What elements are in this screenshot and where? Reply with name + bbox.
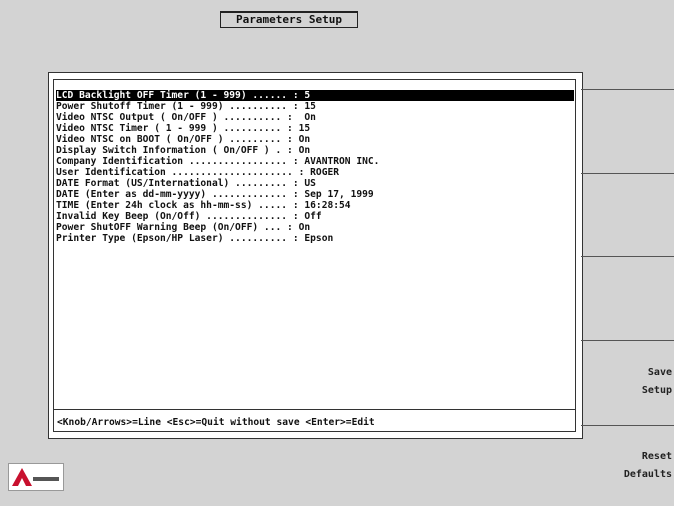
- param-row-printer-type[interactable]: Printer Type (Epson/HP Laser) ..........…: [56, 233, 333, 244]
- param-row-time[interactable]: TIME (Enter 24h clock as hh-mm-ss) .....…: [56, 200, 351, 211]
- key-hint: <Knob/Arrows>=Line <Esc>=Quit without sa…: [57, 417, 375, 428]
- save-setup-line2: Setup: [641, 385, 672, 396]
- param-row-date[interactable]: DATE (Enter as dd-mm-yyyy) .............…: [56, 189, 374, 200]
- param-row-company[interactable]: Company Identification .................…: [56, 156, 379, 167]
- save-setup-softkey[interactable]: Save Setup: [592, 364, 672, 400]
- reset-defaults-line2: Defaults: [623, 469, 672, 480]
- softkey-divider-2: [581, 173, 674, 174]
- param-row-date-format[interactable]: DATE Format (US/International) .........…: [56, 178, 316, 189]
- param-row-user[interactable]: User Identification ....................…: [56, 167, 339, 178]
- avantron-logo-icon: [8, 463, 64, 491]
- hint-divider: [53, 409, 576, 410]
- param-row-invalid-key-beep[interactable]: Invalid Key Beep (On/Off) ..............…: [56, 211, 322, 222]
- reset-defaults-line1: Reset: [641, 451, 672, 462]
- softkey-divider-5: [581, 425, 674, 426]
- param-row-shutoff-warning[interactable]: Power ShutOFF Warning Beep (On/OFF) ... …: [56, 222, 310, 233]
- param-row-lcd-backlight[interactable]: LCD Backlight OFF Timer (1 - 999) ......…: [56, 90, 574, 101]
- param-row-ntsc-output[interactable]: Video NTSC Output ( On/OFF ) .......... …: [56, 112, 316, 123]
- page-title: Parameters Setup: [220, 11, 358, 28]
- softkey-divider-3: [581, 256, 674, 257]
- param-row-ntsc-timer[interactable]: Video NTSC Timer ( 1 - 999 ) .......... …: [56, 123, 310, 134]
- parameters-panel: LCD Backlight OFF Timer (1 - 999) ......…: [48, 72, 583, 439]
- reset-defaults-softkey[interactable]: Reset Defaults: [592, 448, 672, 484]
- param-row-power-shutoff[interactable]: Power Shutoff Timer (1 - 999) ..........…: [56, 101, 316, 112]
- save-setup-line1: Save: [647, 367, 672, 378]
- param-row-ntsc-boot[interactable]: Video NTSC on BOOT ( On/OFF ) ......... …: [56, 134, 310, 145]
- softkey-divider-4: [581, 340, 674, 341]
- param-row-display-switch[interactable]: Display Switch Information ( On/OFF ) . …: [56, 145, 310, 156]
- parameters-list: LCD Backlight OFF Timer (1 - 999) ......…: [53, 79, 576, 432]
- softkey-divider-1: [581, 89, 674, 90]
